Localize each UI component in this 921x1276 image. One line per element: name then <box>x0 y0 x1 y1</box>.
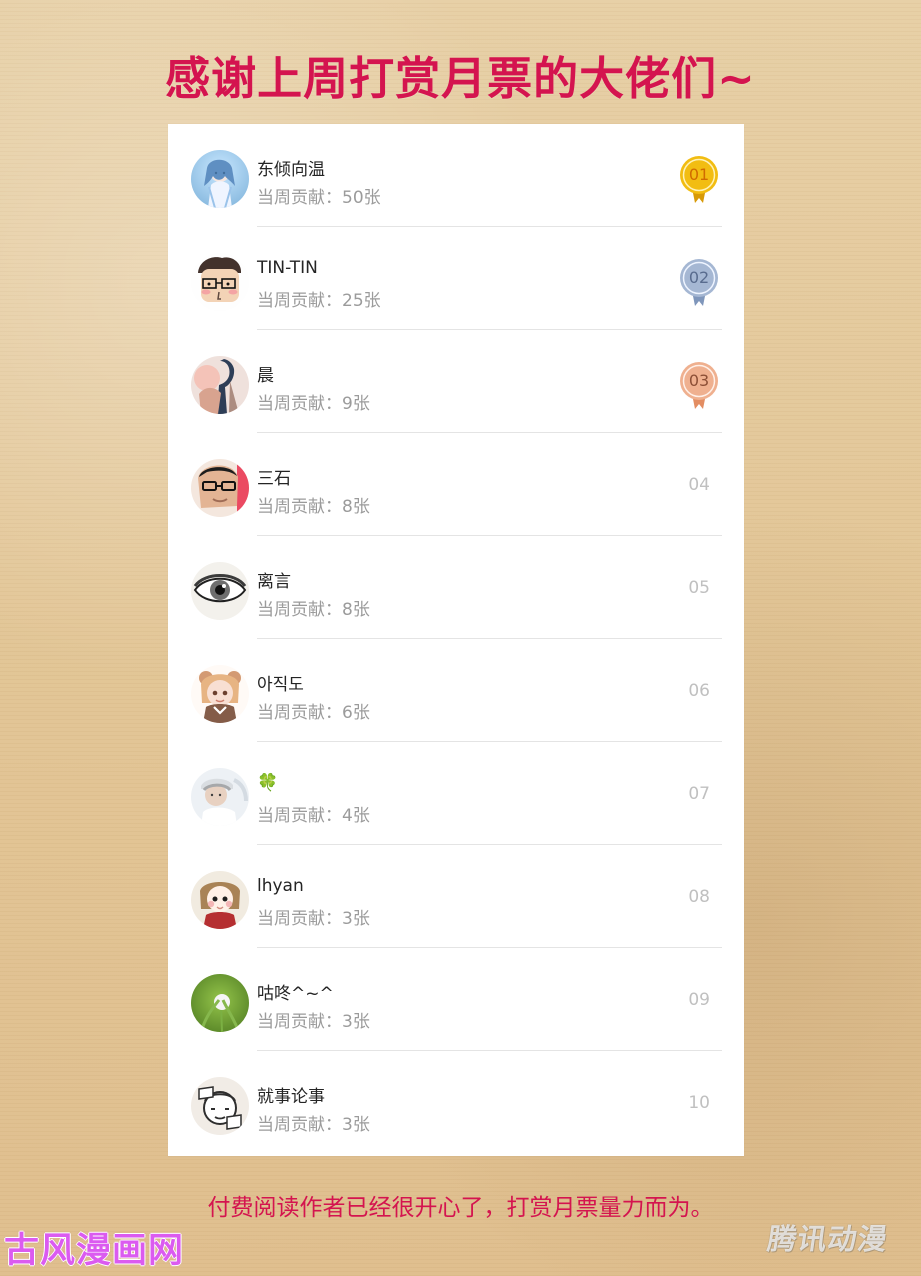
leaderboard-row-4[interactable]: 三石 当周贡献：8张 04 <box>168 433 744 536</box>
man-glasses-avatar-icon <box>191 459 249 517</box>
leaderboard-contribution: 当周贡献：4张 <box>257 806 370 826</box>
leaderboard-row-5[interactable]: 离言 当周贡献：8张 05 <box>168 536 744 639</box>
eye-avatar-icon <box>191 562 249 620</box>
page-title: 感谢上周打赏月票的大佬们~ <box>165 52 756 105</box>
leaderboard-contribution: 当周贡献：8张 <box>257 497 370 517</box>
rank-number: 08 <box>688 887 710 907</box>
leaderboard-name: 就事论事 <box>257 1087 325 1107</box>
cartoon-face-avatar-icon <box>191 253 249 311</box>
leaderboard-name: lhyan <box>257 876 304 896</box>
anime-girl-avatar-icon <box>191 150 249 208</box>
person-cap-avatar-icon <box>191 768 249 826</box>
dandelion-avatar-icon <box>191 974 249 1032</box>
bronze-medal-icon: 03 <box>679 361 719 409</box>
rank-number: 10 <box>688 1093 710 1113</box>
leaderboard-contribution: 当周贡献：3张 <box>257 1115 370 1135</box>
silver-medal-icon: 02 <box>679 258 719 306</box>
leaderboard-row-3[interactable]: 晨 当周贡献：9张 03 <box>168 330 744 433</box>
anime-bear-girl-avatar-icon <box>191 665 249 723</box>
leaderboard-contribution: 当周贡献：6张 <box>257 703 370 723</box>
leaderboard-row-10[interactable]: 就事论事 当周贡献：3张 10 <box>168 1051 744 1154</box>
leaderboard-name: 咕咚^~^ <box>257 984 334 1004</box>
rank-number: 02 <box>688 268 710 287</box>
leaderboard-name: 东倾向温 <box>257 160 325 180</box>
leaderboard-row-7[interactable]: 🍀 当周贡献：4张 07 <box>168 742 744 845</box>
child-face-avatar-icon <box>191 871 249 929</box>
rank-number: 03 <box>688 371 710 390</box>
site-logo-left: 古风漫画网 <box>4 1231 185 1271</box>
leaderboard-row-8[interactable]: lhyan 当周贡献：3张 08 <box>168 845 744 948</box>
leaderboard-contribution: 当周贡献：8张 <box>257 600 370 620</box>
leaderboard-contribution: 当周贡献：25张 <box>257 291 381 311</box>
leaderboard-contribution: 当周贡献：3张 <box>257 1012 370 1032</box>
leaderboard-name: 三石 <box>257 469 291 489</box>
leaderboard-panel: 东倾向温 当周贡献：50张 01 TIN-TIN 当周贡献：25张 02 晨 当… <box>168 124 744 1156</box>
leaderboard-name: 离言 <box>257 572 291 592</box>
comic-sketch-avatar-icon <box>191 1077 249 1135</box>
leaderboard-contribution: 当周贡献：9张 <box>257 394 370 414</box>
site-logo-right: 腾讯动漫 <box>765 1222 891 1256</box>
rank-number: 09 <box>688 990 710 1010</box>
rank-number: 07 <box>688 784 710 804</box>
leaderboard-name: TIN-TIN <box>257 258 318 278</box>
leaderboard-name: 晨 <box>257 366 274 386</box>
rank-number: 06 <box>688 681 710 701</box>
leaderboard-row-1[interactable]: 东倾向温 当周贡献：50张 01 <box>168 124 744 227</box>
leaderboard-contribution: 当周贡献：50张 <box>257 188 381 208</box>
rank-number: 05 <box>688 578 710 598</box>
rank-number: 04 <box>688 475 710 495</box>
leaderboard-row-6[interactable]: 아직도 当周贡献：6张 06 <box>168 639 744 742</box>
leaderboard-name: 🍀 <box>257 773 279 793</box>
gold-medal-icon: 01 <box>679 155 719 203</box>
rank-number: 01 <box>688 165 710 184</box>
fashion-photo-avatar-icon <box>191 356 249 414</box>
leaderboard-row-2[interactable]: TIN-TIN 当周贡献：25张 02 <box>168 227 744 330</box>
leaderboard-row-9[interactable]: 咕咚^~^ 当周贡献：3张 09 <box>168 948 744 1051</box>
leaderboard-contribution: 当周贡献：3张 <box>257 909 370 929</box>
leaderboard-name: 아직도 <box>257 675 304 695</box>
